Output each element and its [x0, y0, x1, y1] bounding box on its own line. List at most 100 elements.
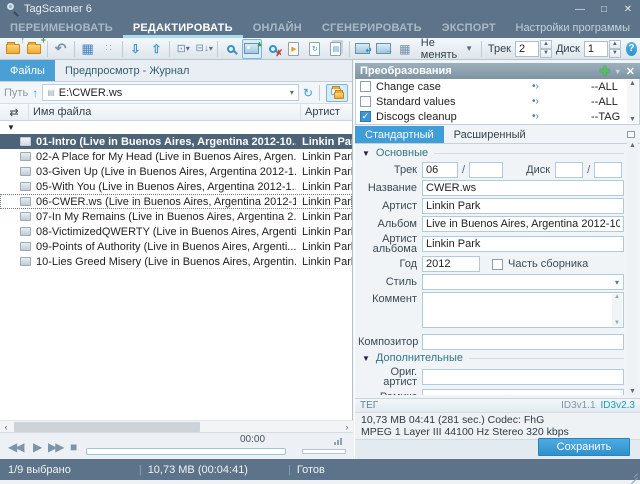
- disc-spin-input[interactable]: [584, 41, 608, 57]
- frames-button[interactable]: ▦: [395, 39, 415, 59]
- cover-panel-toggle[interactable]: ▴: [242, 39, 262, 59]
- form-scrollbar[interactable]: ▲▼: [627, 142, 638, 395]
- clear-search-button[interactable]: ✗: [263, 39, 283, 59]
- genre-dropdown[interactable]: ▾: [422, 274, 624, 290]
- refresh-icon[interactable]: ↻: [303, 86, 313, 100]
- export-cover-button[interactable]: →: [374, 39, 394, 59]
- track-total-field[interactable]: [469, 162, 503, 178]
- undo-button[interactable]: ↶: [51, 39, 71, 59]
- comment-field[interactable]: ▲▼: [422, 292, 624, 328]
- file-row[interactable]: 07-In My Remains (Live in Buenos Aires, …: [0, 209, 352, 224]
- view-small-button[interactable]: ∷: [99, 39, 119, 59]
- checkbox[interactable]: [360, 81, 371, 92]
- transform-scrollbar[interactable]: ▲▼: [627, 80, 638, 123]
- panel-expand-icon[interactable]: [627, 131, 635, 138]
- folder-up-arrow-icon[interactable]: ↑: [32, 86, 38, 100]
- track-field[interactable]: [422, 162, 458, 178]
- add-folder-button[interactable]: +: [24, 39, 44, 59]
- title-field[interactable]: [422, 180, 624, 196]
- scroll-left-icon[interactable]: ‹: [0, 422, 12, 432]
- path-combobox[interactable]: ▤ E:\CWER.ws ▾: [42, 84, 299, 101]
- menu-rename[interactable]: ПЕРЕИМЕНОВАТЬ: [0, 18, 123, 38]
- move-up-button[interactable]: ⇧: [146, 39, 166, 59]
- tag-version-dropdown[interactable]: Не менять▼: [416, 39, 478, 59]
- copy-tags-button[interactable]: ▤: [326, 39, 346, 59]
- scrollbar-thumb[interactable]: [14, 422, 200, 432]
- stop-button[interactable]: ■: [70, 440, 77, 454]
- album-field[interactable]: [422, 216, 624, 232]
- search-button[interactable]: [221, 39, 241, 59]
- track-spin-arrows[interactable]: ▲▼: [540, 40, 552, 58]
- save-button[interactable]: Сохранить: [538, 438, 630, 456]
- transform-item[interactable]: Standard values •› --ALL: [356, 94, 639, 109]
- help-icon[interactable]: ?: [626, 42, 637, 56]
- open-folder-button[interactable]: ↑: [3, 39, 23, 59]
- play-button[interactable]: ▶: [33, 440, 42, 454]
- artist-field[interactable]: [422, 198, 624, 214]
- import-cover-button[interactable]: ↵: [353, 39, 373, 59]
- sort-dropdown-button[interactable]: ⊟↓▾: [194, 39, 214, 59]
- maximize-icon[interactable]: □: [592, 0, 616, 18]
- disc-field[interactable]: [555, 162, 583, 178]
- file-row[interactable]: 05-With You (Live in Buenos Aires, Argen…: [0, 179, 352, 194]
- file-row[interactable]: 06-CWER.ws (Live in Buenos Aires, Argent…: [0, 194, 352, 209]
- select-dropdown-button[interactable]: ⊡▾: [173, 39, 193, 59]
- reload-tags-button[interactable]: ↻: [305, 39, 325, 59]
- file-row[interactable]: 08-VictimizedQWERTY (Live in Buenos Aire…: [0, 224, 352, 239]
- chevron-down-icon[interactable]: ▾: [290, 88, 294, 97]
- file-row[interactable]: 01-Intro (Live in Buenos Aires, Argentin…: [0, 134, 352, 149]
- comment-scrollbar[interactable]: ▲▼: [612, 294, 622, 326]
- tab-files[interactable]: Файлы: [0, 60, 55, 81]
- minimize-icon[interactable]: —: [568, 0, 592, 18]
- move-down-button[interactable]: ⇩: [125, 39, 145, 59]
- compilation-checkbox-row[interactable]: Часть сборника: [492, 258, 588, 270]
- column-filename[interactable]: Имя файла: [29, 104, 301, 120]
- volume-slider[interactable]: [302, 449, 346, 454]
- transform-menu-icon[interactable]: ▾: [616, 67, 620, 76]
- scroll-right-icon[interactable]: ›: [341, 422, 353, 432]
- file-row[interactable]: 09-Points of Authority (Live in Buenos A…: [0, 239, 352, 254]
- checkbox[interactable]: [360, 111, 371, 122]
- menu-edit[interactable]: РЕДАКТИРОВАТЬ: [123, 18, 243, 38]
- orig-artist-field[interactable]: [422, 369, 624, 385]
- file-row[interactable]: 03-Given Up (Live in Buenos Aires, Argen…: [0, 164, 352, 179]
- section-main[interactable]: ▼Основные: [362, 147, 624, 159]
- tab-preview-log[interactable]: Предпросмотр - Журнал: [55, 60, 200, 81]
- folder-tree-toggle[interactable]: [326, 84, 348, 102]
- remix-field[interactable]: [422, 389, 624, 395]
- resize-grip[interactable]: [628, 468, 638, 478]
- seek-bar[interactable]: [86, 448, 286, 455]
- year-field[interactable]: [422, 256, 480, 272]
- disc-spinner[interactable]: ▲▼: [584, 40, 621, 58]
- forward-button[interactable]: ▶▶: [48, 440, 62, 454]
- checkbox[interactable]: [360, 96, 371, 107]
- track-spinner[interactable]: ▲▼: [515, 40, 552, 58]
- column-artist[interactable]: Артист: [301, 104, 352, 120]
- menu-generate[interactable]: СГЕНЕРИРОВАТЬ: [312, 18, 432, 38]
- track-spin-input[interactable]: [515, 41, 539, 57]
- file-row[interactable]: 02-A Place for My Head (Live in Buenos A…: [0, 149, 352, 164]
- close-panel-icon[interactable]: ✕: [626, 65, 635, 78]
- menu-online[interactable]: ОНЛАЙН: [243, 18, 312, 38]
- tab-standard[interactable]: Стандартный: [355, 126, 444, 143]
- play-file-button[interactable]: ▶: [284, 39, 304, 59]
- disc-total-field[interactable]: [594, 162, 622, 178]
- transform-item[interactable]: Discogs cleanup •› --TAG: [356, 109, 639, 124]
- shuffle-column-icon[interactable]: ⇄: [0, 104, 29, 120]
- disc-spin-arrows[interactable]: ▲▼: [609, 40, 621, 58]
- transform-item[interactable]: Change case •› --ALL: [356, 79, 639, 94]
- tab-advanced[interactable]: Расширенный: [444, 126, 536, 143]
- view-grid-button[interactable]: ▦: [78, 39, 98, 59]
- file-row[interactable]: 10-Lies Greed Misery (Live in Buenos Air…: [0, 254, 352, 269]
- close-icon[interactable]: ✕: [616, 0, 640, 18]
- album-artist-field[interactable]: [422, 236, 624, 252]
- composer-field[interactable]: [422, 334, 624, 350]
- group-collapse-row[interactable]: ▼: [0, 121, 352, 134]
- checkbox[interactable]: [492, 259, 503, 270]
- horizontal-scrollbar[interactable]: ‹ ›: [0, 420, 353, 432]
- menu-export[interactable]: ЭКСПОРТ: [432, 18, 506, 38]
- menu-settings[interactable]: Настройки программы: [516, 18, 640, 38]
- section-additional[interactable]: ▼Дополнительные: [362, 352, 624, 364]
- add-transform-icon[interactable]: ✚: [600, 64, 610, 78]
- rewind-button[interactable]: ◀◀: [8, 440, 22, 454]
